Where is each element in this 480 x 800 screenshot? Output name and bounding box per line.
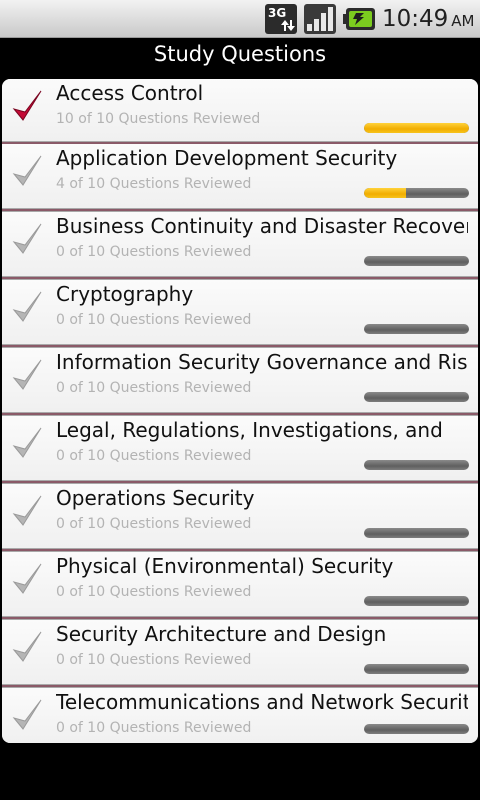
- topic-title: Operations Security: [56, 486, 255, 510]
- status-bar: 3G 10:49 AM: [0, 0, 480, 38]
- topic-title: Legal, Regulations, Investigations, and: [56, 418, 443, 442]
- topic-row[interactable]: Legal, Regulations, Investigations, and 0…: [2, 416, 478, 484]
- battery-charging-icon: [343, 8, 375, 30]
- checkmark-unchecked-icon[interactable]: [10, 492, 44, 530]
- topic-title: Access Control: [56, 81, 204, 105]
- page-title: Study Questions: [0, 38, 480, 71]
- topic-progress-text: 0 of 10 Questions Reviewed: [56, 584, 252, 600]
- topic-title: Telecommunications and Network Security: [56, 690, 468, 714]
- topic-progress-bar: [364, 392, 469, 402]
- topic-row[interactable]: Cryptography 0 of 10 Questions Reviewed: [2, 280, 478, 348]
- topic-progress-bar: [364, 188, 469, 198]
- checkmark-unchecked-icon[interactable]: [10, 560, 44, 598]
- checkmark-unchecked-icon[interactable]: [10, 628, 44, 666]
- topic-progress-bar: [364, 528, 469, 538]
- topic-title: Business Continuity and Disaster Recover…: [56, 214, 468, 238]
- topic-title: Information Security Governance and Risk: [56, 350, 468, 374]
- topic-title: Physical (Environmental) Security: [56, 554, 394, 578]
- topic-row[interactable]: Business Continuity and Disaster Recover…: [2, 212, 478, 280]
- network-type-label: 3G: [268, 6, 286, 20]
- topic-progress-text: 4 of 10 Questions Reviewed: [56, 176, 252, 192]
- topic-row[interactable]: Operations Security 0 of 10 Questions Rev…: [2, 484, 478, 552]
- topic-row[interactable]: Security Architecture and Design 0 of 10 …: [2, 620, 478, 688]
- topic-progress-bar: [364, 596, 469, 606]
- topic-progress-fill: [364, 123, 469, 133]
- topic-progress-bar: [364, 664, 469, 674]
- topic-row[interactable]: Application Development Security 4 of 10 …: [2, 144, 478, 212]
- topic-progress-bar: [364, 324, 469, 334]
- topic-progress-text: 0 of 10 Questions Reviewed: [56, 244, 252, 260]
- topic-title: Cryptography: [56, 282, 194, 306]
- checkmark-checked-icon[interactable]: [10, 87, 44, 125]
- topic-progress-bar: [364, 724, 469, 734]
- topic-progress-text: 0 of 10 Questions Reviewed: [56, 312, 252, 328]
- topic-row[interactable]: Information Security Governance and Risk…: [2, 348, 478, 416]
- checkmark-unchecked-icon[interactable]: [10, 152, 44, 190]
- 3g-data-icon: 3G: [265, 4, 297, 34]
- topic-progress-bar: [364, 123, 469, 133]
- checkmark-unchecked-icon[interactable]: [10, 220, 44, 258]
- topic-title: Application Development Security: [56, 146, 398, 170]
- topic-progress-text: 0 of 10 Questions Reviewed: [56, 448, 252, 464]
- topic-progress-text: 0 of 10 Questions Reviewed: [56, 720, 252, 736]
- checkmark-unchecked-icon[interactable]: [10, 424, 44, 462]
- topic-list: Access Control 10 of 10 Questions Reviewe…: [2, 79, 478, 743]
- clock: 10:49 AM: [382, 4, 475, 34]
- signal-strength-icon: [304, 4, 336, 34]
- topic-row[interactable]: Physical (Environmental) Security 0 of 10…: [2, 552, 478, 620]
- topic-row[interactable]: Access Control 10 of 10 Questions Reviewe…: [2, 79, 478, 145]
- topic-progress-text: 0 of 10 Questions Reviewed: [56, 380, 252, 396]
- topic-progress-text: 0 of 10 Questions Reviewed: [56, 516, 252, 532]
- clock-time: 10:49: [382, 6, 449, 32]
- topic-progress-fill: [364, 188, 406, 198]
- topic-title: Security Architecture and Design: [56, 622, 387, 646]
- topic-progress-text: 0 of 10 Questions Reviewed: [56, 652, 252, 668]
- topic-progress-bar: [364, 460, 469, 470]
- topic-row[interactable]: Telecommunications and Network Security 0…: [2, 688, 478, 743]
- checkmark-unchecked-icon[interactable]: [10, 356, 44, 394]
- checkmark-unchecked-icon[interactable]: [10, 288, 44, 326]
- clock-ampm: AM: [451, 12, 475, 30]
- topic-progress-text: 10 of 10 Questions Reviewed: [56, 111, 261, 127]
- checkmark-unchecked-icon[interactable]: [10, 696, 44, 734]
- topic-progress-bar: [364, 256, 469, 266]
